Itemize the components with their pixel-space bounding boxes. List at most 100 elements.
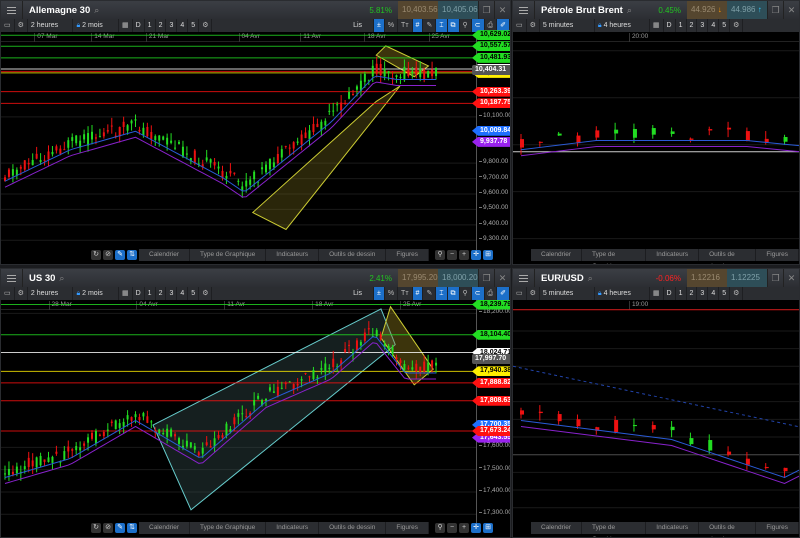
candle xyxy=(268,158,271,170)
candle xyxy=(689,138,694,140)
candle xyxy=(7,169,10,177)
moving-average-blue xyxy=(520,420,799,479)
candle xyxy=(689,438,694,445)
zoom-out-icon[interactable]: − xyxy=(447,250,458,260)
refresh-icon[interactable]: ↻ xyxy=(91,523,101,533)
close-icon[interactable]: ✕ xyxy=(494,1,510,19)
candle xyxy=(102,132,105,137)
edit-icon[interactable]: ✐ xyxy=(497,287,510,300)
bottom-menu-0[interactable]: Calendrier xyxy=(531,249,582,261)
bottom-menu-3[interactable]: Outils de dessin xyxy=(319,522,387,534)
pencil-icon[interactable]: ✎ xyxy=(115,523,125,533)
refresh-icon[interactable]: ↻ xyxy=(91,250,101,260)
zoom-in-icon[interactable]: + xyxy=(459,250,470,260)
zoom-in-icon[interactable]: + xyxy=(459,523,470,533)
candle xyxy=(284,145,287,147)
print-icon[interactable]: ⎙ xyxy=(485,287,498,300)
candle xyxy=(174,434,177,437)
candle xyxy=(71,137,74,141)
bottom-menu-4[interactable]: Figures xyxy=(386,249,430,261)
candle xyxy=(745,131,750,141)
candle xyxy=(209,446,212,448)
swap-icon[interactable]: ⇅ xyxy=(127,250,137,260)
restore-icon[interactable]: ❐ xyxy=(478,1,494,19)
bottom-menu-3[interactable]: Outils de dessin xyxy=(319,249,387,261)
candle xyxy=(47,457,50,462)
candle xyxy=(614,420,619,433)
close-icon[interactable]: ✕ xyxy=(494,269,510,287)
candle xyxy=(355,86,358,90)
candle xyxy=(106,130,109,132)
price-level-label: 10,557.57 xyxy=(472,41,510,52)
candle xyxy=(91,432,93,439)
bottom-menu-2[interactable]: Indicateurs xyxy=(646,249,700,261)
zoom-icon[interactable]: ⚲ xyxy=(435,523,446,533)
candle xyxy=(87,133,90,146)
candle xyxy=(411,367,414,370)
edit-icon[interactable]: ✐ xyxy=(497,19,510,32)
no-icon[interactable]: ⊘ xyxy=(103,523,113,533)
moving-average-purple xyxy=(520,146,799,157)
price-level-label: 17,888.82 xyxy=(472,377,510,388)
candle xyxy=(98,434,101,436)
crosshair-icon[interactable]: ✛ xyxy=(471,523,482,533)
bottom-menu-0[interactable]: Calendrier xyxy=(139,522,190,534)
price-level-label: 10,263.39 xyxy=(472,86,510,97)
bottom-menu-1[interactable]: Type de Graphique xyxy=(582,249,647,264)
candle xyxy=(352,93,354,95)
candle xyxy=(237,413,240,417)
bottom-menu-3[interactable]: Outils de dessin xyxy=(699,522,757,537)
bottom-menu-4[interactable]: Figures xyxy=(756,249,799,261)
bottom-menu-0[interactable]: Calendrier xyxy=(139,249,190,261)
candle xyxy=(87,437,90,443)
candle xyxy=(15,466,18,474)
candle xyxy=(79,447,82,451)
bottom-menu-3[interactable]: Outils de dessin xyxy=(699,249,757,264)
bottom-menu-1[interactable]: Type de Graphique xyxy=(582,522,647,537)
candle xyxy=(783,467,788,472)
candle xyxy=(379,334,382,340)
candle xyxy=(764,138,769,143)
candle xyxy=(595,130,600,138)
fit-icon[interactable]: ⊞ xyxy=(483,523,494,533)
zoom-icon[interactable]: ⚲ xyxy=(435,250,446,260)
crosshair-icon[interactable]: ✛ xyxy=(471,250,482,260)
candle xyxy=(245,416,248,418)
chart-panel-eurusd: EUR/USD⌕-0.06%1.12216 ↓1.12225 ↑❐✕▭⚙5 mi… xyxy=(512,268,800,538)
candle xyxy=(94,137,97,139)
fit-icon[interactable]: ⊞ xyxy=(483,250,494,260)
bottom-menu-4[interactable]: Figures xyxy=(756,522,799,534)
candle xyxy=(47,151,50,160)
candle xyxy=(419,68,422,78)
bottom-menu-1[interactable]: Type de Graphique xyxy=(190,249,267,261)
price-level-label: 10,009.84 xyxy=(472,125,510,136)
candle xyxy=(122,421,125,427)
candle xyxy=(296,141,299,143)
print-icon[interactable]: ⎙ xyxy=(485,19,498,32)
candle xyxy=(328,110,331,112)
bottom-menu-1[interactable]: Type de Graphique xyxy=(190,522,267,534)
candle xyxy=(110,421,113,423)
candle xyxy=(241,186,244,191)
candle xyxy=(67,140,70,148)
candle xyxy=(7,469,10,475)
bottom-menu-0[interactable]: Calendrier xyxy=(531,522,582,534)
candle xyxy=(83,134,86,140)
candle xyxy=(265,164,267,173)
pencil-icon[interactable]: ✎ xyxy=(115,250,125,260)
candle xyxy=(193,446,196,450)
candle xyxy=(435,362,438,366)
zoom-out-icon[interactable]: − xyxy=(447,523,458,533)
bottom-menu-4[interactable]: Figures xyxy=(386,522,430,534)
swap-icon[interactable]: ⇅ xyxy=(127,523,137,533)
candle xyxy=(150,421,153,423)
candle xyxy=(399,76,402,78)
bottom-menu-2[interactable]: Indicateurs xyxy=(266,249,320,261)
restore-icon[interactable]: ❐ xyxy=(478,269,494,287)
candle xyxy=(284,383,287,385)
candle xyxy=(35,153,38,159)
bottom-menu-2[interactable]: Indicateurs xyxy=(266,522,320,534)
candle xyxy=(217,166,220,169)
bottom-menu-2[interactable]: Indicateurs xyxy=(646,522,700,534)
no-icon[interactable]: ⊘ xyxy=(103,250,113,260)
